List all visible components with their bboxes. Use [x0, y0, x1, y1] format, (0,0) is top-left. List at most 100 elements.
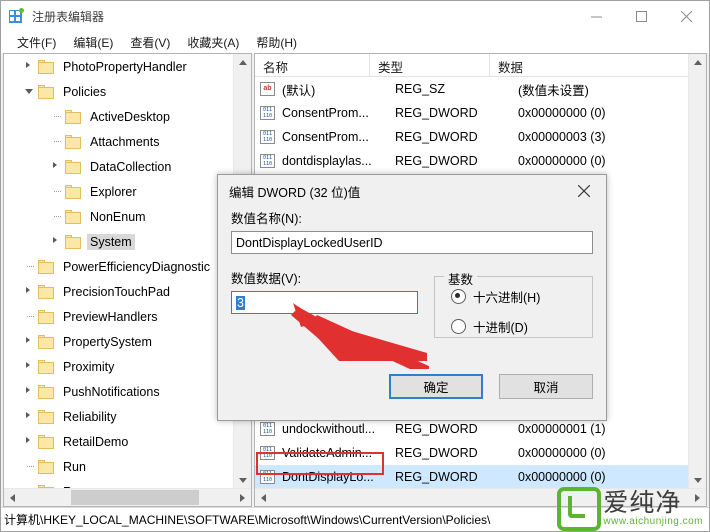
registry-tree[interactable]: PhotoPropertyHandler Policies ActiveDeskto…	[4, 54, 234, 489]
menu-favorites[interactable]: 收藏夹(A)	[179, 32, 248, 53]
tree-expander-expanded-icon[interactable]	[22, 79, 38, 104]
menu-edit[interactable]: 编辑(E)	[65, 32, 122, 53]
tree-item-label: PreviewHandlers	[63, 309, 158, 324]
minimize-button[interactable]	[574, 1, 619, 31]
value-data: 0x00000001 (1)	[518, 422, 606, 436]
folder-icon	[38, 284, 55, 299]
tree-item-activedesktop[interactable]: ActiveDesktop	[4, 104, 234, 129]
radio-dec-label: 十进制(D)	[473, 321, 528, 335]
menu-file[interactable]: 文件(F)	[9, 32, 65, 53]
dialog-columns: 数值数据(V): 3 基数 十六进制(H) 十进制(D)	[231, 268, 593, 338]
tree-item-pushnotifications[interactable]: PushNotifications	[4, 379, 234, 404]
brand-url: www.aichunjing.com	[603, 515, 703, 527]
tree-item-previewhandlers[interactable]: PreviewHandlers	[4, 304, 234, 329]
tree-item-policies[interactable]: Policies	[4, 79, 234, 104]
value-name-input[interactable]: DontDisplayLockedUserID	[231, 231, 593, 254]
table-row[interactable]: 011 110 ConsentProm... REG_DWORD 0x00000003 …	[255, 125, 706, 149]
value-data-input[interactable]: 3	[231, 291, 418, 314]
tree-expander-collapsed-icon[interactable]	[22, 329, 38, 354]
tree-item-system[interactable]: System	[4, 229, 234, 254]
folder-icon	[38, 384, 55, 399]
dialog-title: 编辑 DWORD (32 位)值	[229, 186, 361, 200]
tree-item-run[interactable]: Run	[4, 454, 234, 479]
window-title: 注册表编辑器	[32, 9, 105, 24]
value-data: 0x00000000 (0)	[518, 470, 606, 484]
value-name: ConsentProm...	[282, 106, 369, 120]
value-data-label: 数值数据(V):	[231, 272, 302, 286]
cancel-button[interactable]: 取消	[499, 374, 593, 399]
menu-view[interactable]: 查看(V)	[122, 32, 179, 53]
tree-item-photopropertyhandler[interactable]: PhotoPropertyHandler	[4, 54, 234, 79]
ok-button[interactable]: 确定	[389, 374, 483, 399]
folder-icon	[65, 234, 82, 249]
menu-help[interactable]: 帮助(H)	[248, 32, 306, 53]
registry-icon	[9, 8, 25, 24]
tree-horizontal-scrollbar[interactable]	[4, 488, 251, 506]
menu-bar: 文件(F) 编辑(E) 查看(V) 收藏夹(A) 帮助(H)	[1, 31, 709, 53]
tree-expander-collapsed-icon[interactable]	[22, 279, 38, 304]
folder-icon	[38, 359, 55, 374]
tree-item-datacollection[interactable]: DataCollection	[4, 154, 234, 179]
tree-item-powerefficiencydiagnostic[interactable]: PowerEfficiencyDiagnostic	[4, 254, 234, 279]
tree-item-precisiontouchpad[interactable]: PrecisionTouchPad	[4, 279, 234, 304]
value-data: 0x00000003 (3)	[518, 130, 606, 144]
tree-scroll-left-icon[interactable]	[4, 489, 21, 506]
dialog-close-icon[interactable]	[562, 175, 606, 207]
list-scroll-up-icon[interactable]	[689, 54, 706, 71]
tree-scroll-down-icon[interactable]	[234, 472, 251, 489]
maximize-button[interactable]	[619, 1, 664, 31]
list-vertical-scrollbar[interactable]	[688, 54, 706, 489]
brand-name: 爱纯净	[603, 488, 682, 517]
tree-item-label: System	[87, 233, 135, 250]
tree-item-explorer[interactable]: Explorer	[4, 179, 234, 204]
folder-icon	[65, 159, 82, 174]
value-name: dontdisplaylas...	[282, 154, 372, 168]
column-name[interactable]: 名称	[255, 54, 370, 76]
column-type[interactable]: 类型	[370, 54, 490, 76]
tree-item-propertysystem[interactable]: PropertySystem	[4, 329, 234, 354]
folder-icon	[65, 134, 82, 149]
radio-dec[interactable]: 十进制(D)	[451, 317, 592, 336]
tree-item-label: Attachments	[90, 134, 160, 149]
folder-icon	[65, 184, 82, 199]
tree-scroll-up-icon[interactable]	[234, 54, 251, 71]
value-data: 0x00000000 (0)	[518, 446, 606, 460]
tree-item-proximity[interactable]: Proximity	[4, 354, 234, 379]
watermark-text: 爱纯净 www.aichunjing.com	[603, 490, 703, 527]
table-row[interactable]: 011 110 dontdisplaylas... REG_DWORD 0x000000…	[255, 149, 706, 173]
dword-value-icon: 011110	[260, 130, 276, 144]
tree-item-retaildemo[interactable]: RetailDemo	[4, 429, 234, 454]
tree-item-label: PropertySystem	[63, 334, 152, 349]
tree-expander-collapsed-icon[interactable]	[22, 429, 38, 454]
dword-value-icon: 011110	[260, 422, 276, 436]
tree-item-reliability[interactable]: Reliability	[4, 404, 234, 429]
list-scroll-left-icon[interactable]	[255, 489, 272, 506]
value-name: undockwithoutl...	[282, 422, 376, 436]
tree-expander-collapsed-icon[interactable]	[22, 54, 38, 79]
value-type: REG_DWORD	[395, 470, 478, 484]
tree-hscroll-thumb[interactable]	[71, 490, 199, 505]
radio-hex[interactable]: 十六进制(H)	[451, 287, 592, 306]
tree-connector	[49, 129, 65, 154]
table-row[interactable]: 011 110 ConsentProm... REG_DWORD 0x00000000 …	[255, 101, 706, 125]
tree-expander-collapsed-icon[interactable]	[22, 379, 38, 404]
tree-scroll-right-icon[interactable]	[234, 489, 251, 506]
tree-item-label: Policies	[63, 84, 107, 99]
tree-expander-collapsed-icon[interactable]	[22, 404, 38, 429]
tree-item-attachments[interactable]: Attachments	[4, 129, 234, 154]
table-row[interactable]: ab (默认) REG_SZ (数值未设置)	[255, 77, 706, 101]
base-group: 基数 十六进制(H) 十进制(D)	[434, 269, 593, 338]
tree-expander-collapsed-icon[interactable]	[49, 154, 65, 179]
tree-expander-collapsed-icon[interactable]	[22, 354, 38, 379]
value-data: 0x00000000 (0)	[518, 154, 606, 168]
value-name-label: 数值名称(N):	[231, 212, 302, 226]
value-data: 0x00000000 (0)	[518, 106, 606, 120]
value-type: REG_DWORD	[395, 106, 478, 120]
dialog-buttons: 确定 取消	[389, 374, 593, 399]
tree-item-nonenum[interactable]: NonEnum	[4, 204, 234, 229]
close-button[interactable]	[664, 1, 709, 31]
column-data[interactable]: 数据	[490, 54, 706, 76]
tree-expander-collapsed-icon[interactable]	[49, 229, 65, 254]
dialog-title-bar: 编辑 DWORD (32 位)值	[218, 175, 606, 208]
registry-path: 计算机\HKEY_LOCAL_MACHINE\SOFTWARE\Microsof…	[4, 513, 491, 527]
